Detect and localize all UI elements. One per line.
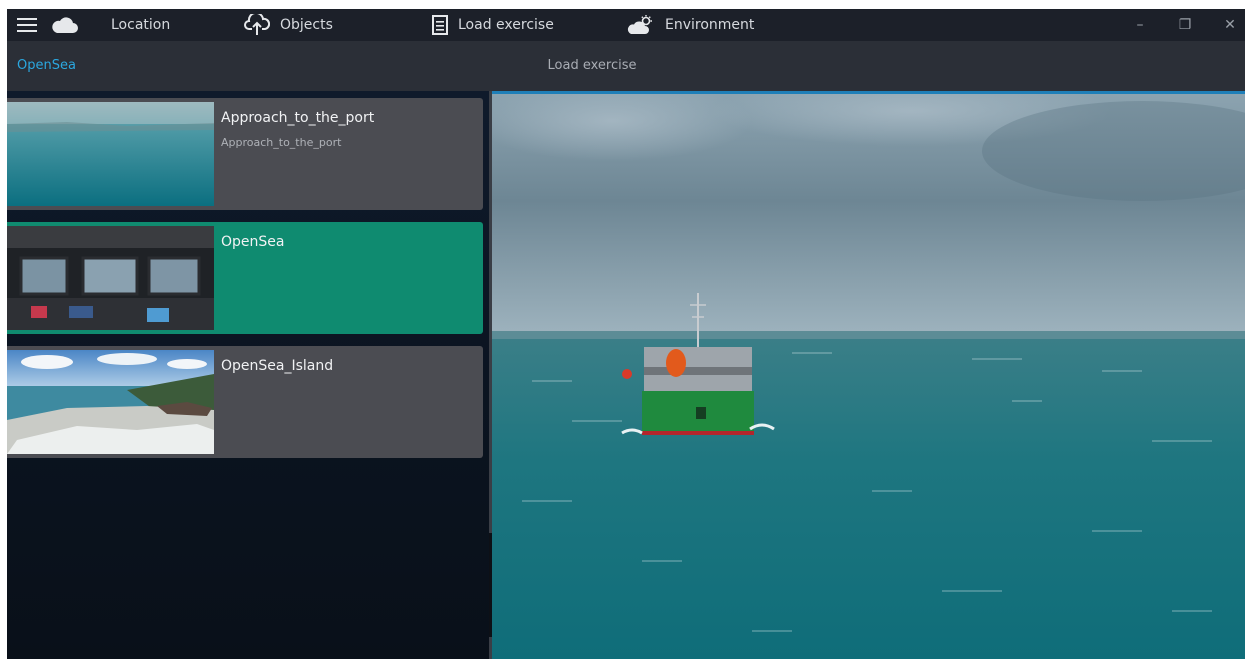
- nav-load-exercise-label: Load exercise: [458, 17, 554, 33]
- close-icon: ✕: [1224, 17, 1236, 33]
- scene-viewport[interactable]: [492, 91, 1245, 659]
- nav-objects-label: Objects: [280, 17, 333, 33]
- exercise-card-approach-to-the-port[interactable]: Approach_to_the_port Approach_to_the_por…: [7, 98, 483, 210]
- nav-location-label: Location: [111, 17, 171, 33]
- exercise-list: Approach_to_the_port Approach_to_the_por…: [7, 91, 489, 659]
- nav-environment[interactable]: Environment: [627, 9, 754, 41]
- exercise-thumbnail: [7, 226, 214, 330]
- cloud-icon: [52, 17, 78, 33]
- nav-load-exercise[interactable]: Load exercise: [432, 9, 554, 41]
- exercise-title: OpenSea: [221, 234, 285, 250]
- app-window: Location Objects Load exercise Environme…: [7, 9, 1245, 659]
- exercise-card-opensea[interactable]: OpenSea: [7, 222, 483, 334]
- exercise-card-opensea-island[interactable]: OpenSea_Island: [7, 346, 483, 458]
- exercise-title: Approach_to_the_port: [221, 110, 375, 126]
- sub-header: OpenSea Load exercise: [7, 41, 1245, 91]
- cloud-button[interactable]: [51, 9, 79, 41]
- minimize-button[interactable]: –: [1120, 9, 1160, 41]
- menu-button[interactable]: [17, 9, 37, 41]
- viewport-accent-line: [492, 91, 1245, 94]
- maximize-button[interactable]: ❐: [1165, 9, 1205, 41]
- exercise-subtitle: Approach_to_the_port: [221, 136, 342, 149]
- document-icon: [432, 15, 448, 35]
- maximize-icon: ❐: [1178, 17, 1192, 33]
- exercise-thumbnail: [7, 102, 214, 206]
- close-button[interactable]: ✕: [1210, 9, 1245, 41]
- exercise-thumbnail: [7, 350, 214, 454]
- nav-objects[interactable]: Objects: [244, 9, 333, 41]
- top-toolbar: Location Objects Load exercise Environme…: [7, 9, 1245, 41]
- exercise-title: OpenSea_Island: [221, 358, 334, 374]
- minimize-icon: –: [1136, 17, 1144, 33]
- cloud-upload-icon: [244, 14, 270, 35]
- scene-preview: [492, 91, 1245, 659]
- weather-icon: [627, 15, 652, 34]
- page-title: Load exercise: [547, 58, 637, 73]
- nav-location[interactable]: Location: [111, 9, 170, 41]
- nav-environment-label: Environment: [665, 17, 755, 33]
- hamburger-icon: [17, 18, 37, 32]
